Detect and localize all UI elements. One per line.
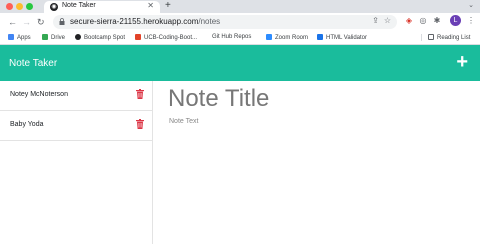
- reload-icon[interactable]: ↻: [37, 16, 45, 28]
- forward-arrow-icon[interactable]: →: [22, 16, 31, 28]
- new-tab-icon[interactable]: +: [165, 0, 171, 12]
- w3c-icon: [317, 34, 323, 40]
- bookmark-drive[interactable]: Drive: [42, 34, 65, 41]
- bookmark-label: Zoom Room: [275, 35, 309, 41]
- zoom-icon: [266, 34, 272, 40]
- note-list-title: Notey McNoterson: [10, 91, 68, 98]
- share-icon[interactable]: ⇪: [372, 16, 379, 25]
- trash-icon[interactable]: [136, 89, 144, 99]
- tab-strip: ◉ Note Taker ✕ + ⌄: [0, 0, 480, 13]
- bookmark-star-icon[interactable]: ☆: [384, 16, 391, 25]
- add-note-icon[interactable]: +: [456, 50, 468, 74]
- note-title-input[interactable]: Note Title: [168, 85, 269, 113]
- app-title[interactable]: Note Taker: [9, 58, 57, 69]
- bookmark-label: UCB-Coding-Boot...: [144, 35, 198, 41]
- app-navbar: Note Taker +: [0, 45, 480, 81]
- bookmark-bootcamp-spot[interactable]: Bootcamp Spot: [75, 34, 125, 41]
- url-domain: secure-sierra-21155.herokuapp.com: [70, 17, 199, 26]
- gitlab-icon: [135, 34, 141, 40]
- bookmark-label: Bootcamp Spot: [84, 35, 126, 41]
- bookmark-apps[interactable]: Apps: [8, 34, 31, 41]
- puzzle-extensions-icon[interactable]: ✱: [432, 16, 442, 26]
- bookmark-label: Git Hub Repos: [212, 34, 252, 40]
- reading-list-icon: [428, 34, 434, 40]
- trash-icon[interactable]: [136, 119, 144, 129]
- profile-avatar[interactable]: L: [450, 15, 461, 26]
- bookmark-label: HTML Validator: [326, 35, 368, 41]
- close-window-button[interactable]: [6, 3, 13, 10]
- reading-list-label: Reading List: [437, 35, 471, 41]
- browser-tab[interactable]: ◉ Note Taker ✕: [44, 1, 160, 13]
- lock-icon: [59, 18, 65, 25]
- url-path: /notes: [198, 17, 221, 26]
- extension-icon[interactable]: ◈: [404, 16, 414, 26]
- tab-favicon-icon: ◉: [50, 3, 58, 11]
- bookmark-github-repos[interactable]: Git Hub Repos: [212, 34, 251, 40]
- bookmark-label: Apps: [17, 35, 31, 41]
- github-icon: [75, 34, 81, 40]
- bookmark-html-validator[interactable]: HTML Validator: [317, 34, 367, 41]
- tab-search-chevron-icon[interactable]: ⌄: [468, 1, 474, 9]
- list-item[interactable]: Notey McNoterson: [0, 81, 152, 111]
- note-editor: Note Title Note Text: [153, 81, 480, 244]
- reading-list[interactable]: Reading List: [421, 34, 470, 41]
- close-tab-icon[interactable]: ✕: [147, 1, 154, 10]
- address-bar[interactable]: secure-sierra-21155.herokuapp.com/notes …: [53, 15, 397, 29]
- bookmark-label: Drive: [51, 35, 66, 41]
- url-text: secure-sierra-21155.herokuapp.com/notes: [70, 17, 220, 26]
- bookmark-zoom-room[interactable]: Zoom Room: [266, 34, 308, 41]
- drive-icon: [42, 34, 48, 40]
- back-arrow-icon[interactable]: ←: [8, 16, 17, 28]
- minimize-window-button[interactable]: [16, 3, 23, 10]
- browser-toolbar: ← → ↻ secure-sierra-21155.herokuapp.com/…: [0, 13, 480, 31]
- apps-grid-icon: [8, 34, 14, 40]
- note-list-title: Baby Yoda: [10, 121, 44, 128]
- extension-icon[interactable]: ◎: [418, 16, 428, 26]
- bookmark-ucb-coding[interactable]: UCB-Coding-Boot...: [135, 34, 197, 41]
- note-text-area[interactable]: Note Text: [169, 118, 198, 125]
- note-list: Notey McNoterson Baby Yoda: [0, 81, 153, 244]
- tab-title: Note Taker: [62, 2, 96, 9]
- bookmarks-bar: Apps Drive Bootcamp Spot UCB-Coding-Boot…: [0, 31, 480, 45]
- maximize-window-button[interactable]: [26, 3, 33, 10]
- menu-kebab-icon[interactable]: ⋮: [466, 16, 476, 26]
- list-item[interactable]: Baby Yoda: [0, 111, 152, 141]
